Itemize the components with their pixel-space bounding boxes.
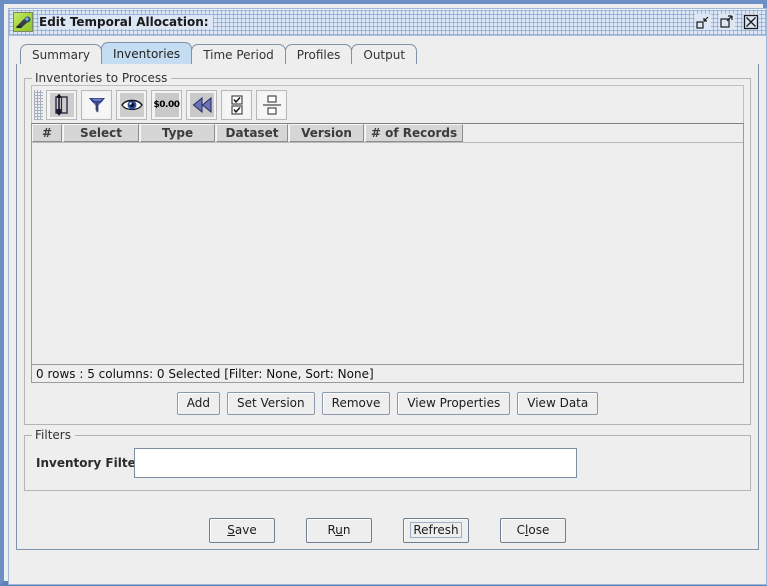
run-button[interactable]: Run xyxy=(306,518,372,543)
column-header-dataset[interactable]: Dataset xyxy=(216,124,288,142)
save-mnemonic: S xyxy=(227,523,235,537)
remove-button[interactable]: Remove xyxy=(321,392,391,415)
save-label-rest: ave xyxy=(234,523,257,537)
toolbar-drag-handle[interactable] xyxy=(34,89,43,120)
window-content: Summary Inventories Time Period Profiles… xyxy=(9,36,766,584)
window-inner-frame: Edit Temporal Allocation: Summary Invent… xyxy=(8,8,767,585)
close-label-pre: C xyxy=(516,523,526,537)
maximize-icon[interactable] xyxy=(719,14,735,30)
close-icon[interactable] xyxy=(743,14,759,30)
set-version-button[interactable]: Set Version xyxy=(226,392,315,415)
window-controls xyxy=(695,14,763,30)
close-button[interactable]: Close xyxy=(500,518,566,543)
tab-bar: Summary Inventories Time Period Profiles… xyxy=(16,42,759,64)
telescope-glyph xyxy=(16,16,31,28)
table-status-bar: 0 rows : 5 columns: 0 Selected [Filter: … xyxy=(32,364,743,382)
run-label-rest: n xyxy=(342,523,351,537)
filter-funnel-icon[interactable] xyxy=(81,89,112,120)
inventories-tab-panel: Inventories to Process $0.00 # Select Ty… xyxy=(16,64,759,550)
minimize-icon[interactable] xyxy=(695,14,711,30)
inventory-filter-label: Inventory Filter: xyxy=(36,456,147,470)
application-window: Edit Temporal Allocation: Summary Invent… xyxy=(0,0,767,586)
group-title-inventories: Inventories to Process xyxy=(32,71,172,85)
show-hide-columns-icon[interactable] xyxy=(116,89,147,120)
column-header-number[interactable]: # xyxy=(32,124,62,142)
rewind-icon[interactable] xyxy=(186,89,217,120)
window-title: Edit Temporal Allocation: xyxy=(39,15,213,29)
inventories-to-process-group: Inventories to Process $0.00 # Select Ty… xyxy=(24,71,751,425)
group-title-filters: Filters xyxy=(32,428,75,442)
select-rows-icon[interactable] xyxy=(221,89,252,120)
inventory-filter-row: Inventory Filter: xyxy=(31,448,744,478)
column-header-type[interactable]: Type xyxy=(140,124,215,142)
table-body-empty[interactable] xyxy=(32,142,743,364)
column-header-version[interactable]: Version xyxy=(289,124,364,142)
telescope-icon xyxy=(13,12,33,32)
refresh-button[interactable]: Refresh xyxy=(403,518,469,543)
save-button[interactable]: Save xyxy=(209,518,275,543)
format-numbers-label: $0.00 xyxy=(153,99,180,110)
column-header-num-records[interactable]: # of Records xyxy=(365,124,463,142)
split-rows-icon[interactable] xyxy=(256,89,287,120)
tab-time-period[interactable]: Time Period xyxy=(191,44,286,64)
tab-inventories[interactable]: Inventories xyxy=(101,42,193,64)
table-toolbar: $0.00 xyxy=(31,85,744,123)
column-sizing-icon[interactable] xyxy=(46,89,77,120)
inventories-table: # Select Type Dataset Version # of Recor… xyxy=(31,123,744,383)
view-properties-button[interactable]: View Properties xyxy=(397,392,511,415)
inventory-filter-input[interactable] xyxy=(134,448,577,478)
tab-profiles[interactable]: Profiles xyxy=(284,44,353,64)
column-header-select[interactable]: Select xyxy=(63,124,139,142)
run-mnemonic: u xyxy=(335,523,343,537)
close-label-rest: ose xyxy=(528,523,550,537)
tab-output[interactable]: Output xyxy=(351,44,418,64)
tab-summary[interactable]: Summary xyxy=(20,44,102,64)
format-numbers-icon[interactable]: $0.00 xyxy=(151,89,182,120)
title-bar[interactable]: Edit Temporal Allocation: xyxy=(9,9,766,36)
view-data-button[interactable]: View Data xyxy=(517,392,599,415)
add-button[interactable]: Add xyxy=(176,392,220,415)
refresh-label: Refresh xyxy=(410,522,462,538)
dialog-buttons: Save Run Refresh Close xyxy=(17,518,758,543)
inventory-action-buttons: Add Set Version Remove View Properties V… xyxy=(31,392,744,415)
filters-group: Filters Inventory Filter: xyxy=(24,428,751,491)
table-header-row: # Select Type Dataset Version # of Recor… xyxy=(32,124,743,142)
